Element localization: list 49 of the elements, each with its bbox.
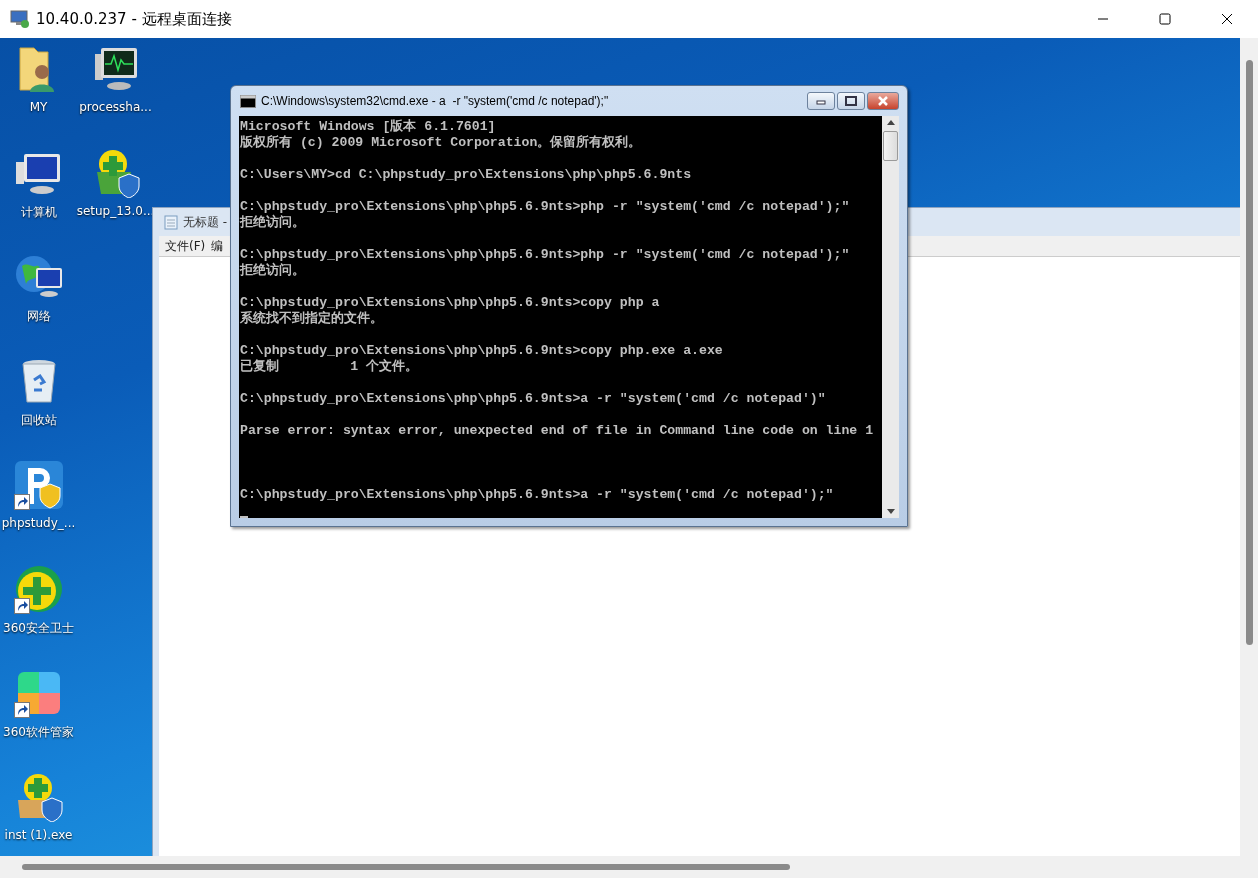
window-title: 10.40.0.237 - 远程桌面连接 bbox=[36, 9, 232, 29]
maximize-button[interactable] bbox=[837, 92, 865, 110]
console-line: C:\phpstudy_pro\Extensions\php\php5.6.9nts>a -r "system('cmd /c notepad');" bbox=[240, 487, 835, 503]
desktop-icon-label[interactable]: 网络 bbox=[26, 308, 51, 325]
horizontal-scrollbar[interactable] bbox=[0, 856, 1258, 878]
scroll-thumb[interactable] bbox=[1245, 60, 1253, 645]
vertical-scrollbar[interactable] bbox=[1240, 38, 1258, 856]
remote-desktop-icon bbox=[10, 10, 30, 28]
close-icon bbox=[877, 96, 889, 106]
console-icon bbox=[240, 94, 256, 108]
console-line: Parse error: syntax error, unexpected end of file in Command line code on line 1 bbox=[240, 423, 875, 439]
console-line: C:\phpstudy_pro\Extensions\php\php5.6.9nts>copy php.exe a.exe bbox=[240, 343, 724, 359]
desktop-icon-label[interactable]: 360软件管家 bbox=[3, 724, 74, 741]
scroll-thumb[interactable] bbox=[22, 864, 790, 870]
desktop-icon-label[interactable]: MY bbox=[29, 100, 48, 114]
desktop-icon-label[interactable]: phpstudy_... bbox=[1, 516, 76, 530]
maximize-icon bbox=[845, 96, 857, 106]
console-line: 已复制 1 个文件。 bbox=[240, 359, 420, 375]
desktop-icon-label[interactable]: processha... bbox=[79, 100, 152, 114]
menu-item[interactable]: 编 bbox=[211, 237, 224, 255]
desktop-icon-label[interactable]: 360安全卫士 bbox=[3, 620, 74, 637]
cmd-title: C:\Windows\system32\cmd.exe - a -r "system('cmd /c notepad');" bbox=[261, 94, 609, 108]
notepad-icon bbox=[163, 214, 179, 230]
close-button[interactable] bbox=[867, 92, 899, 110]
console-line: C:\Users\MY>cd C:\phpstudy_pro\Extensions\php\php5.6.9nts bbox=[240, 167, 693, 183]
menu-item[interactable]: 文件(F) bbox=[165, 237, 206, 255]
desktop-icon-label[interactable]: inst (1).exe bbox=[4, 828, 73, 842]
scroll-thumb[interactable] bbox=[883, 131, 898, 161]
maximize-icon bbox=[1159, 13, 1171, 25]
console-line: C:\phpstudy_pro\Extensions\php\php5.6.9nts>php -r "system('cmd /c notepad');" bbox=[240, 199, 851, 214]
scrollbar[interactable] bbox=[882, 116, 899, 518]
console-line: Microsoft Windows [版本 6.1.7601] bbox=[240, 119, 497, 135]
scroll-down-icon[interactable] bbox=[886, 509, 895, 514]
p-app-icon bbox=[13, 460, 64, 510]
console-line: 拒绝访问。 bbox=[240, 215, 306, 231]
minimize-icon bbox=[816, 97, 826, 105]
console-line: C:\phpstudy_pro\Extensions\php\php5.6.9nts>php -r "system('cmd /c notepad');" bbox=[240, 247, 851, 262]
notepad-title: 无标题 - bbox=[183, 213, 228, 231]
console-line: C:\phpstudy_pro\Extensions\php\php5.6.9nts>a -r "system('cmd /c notepad')" bbox=[240, 391, 827, 407]
desktop-icon-label[interactable]: 回收站 bbox=[20, 412, 57, 429]
desktop-icon-label[interactable]: setup_13.0... bbox=[76, 204, 155, 218]
close-icon bbox=[1221, 13, 1233, 25]
console-line: 版权所有 (c) 2009 Microsoft Corporation。保留所有权利。 bbox=[240, 135, 643, 151]
desktop-icon-label[interactable]: 计算机 bbox=[20, 204, 57, 221]
scroll-up-icon[interactable] bbox=[886, 120, 895, 125]
console-line: C:\phpstudy_pro\Extensions\php\php5.6.9nts>copy php a bbox=[240, 295, 661, 311]
console-line: 拒绝访问。 bbox=[240, 263, 306, 279]
console-line: 系统找不到指定的文件。 bbox=[240, 311, 384, 327]
minimize-button[interactable] bbox=[807, 92, 835, 110]
